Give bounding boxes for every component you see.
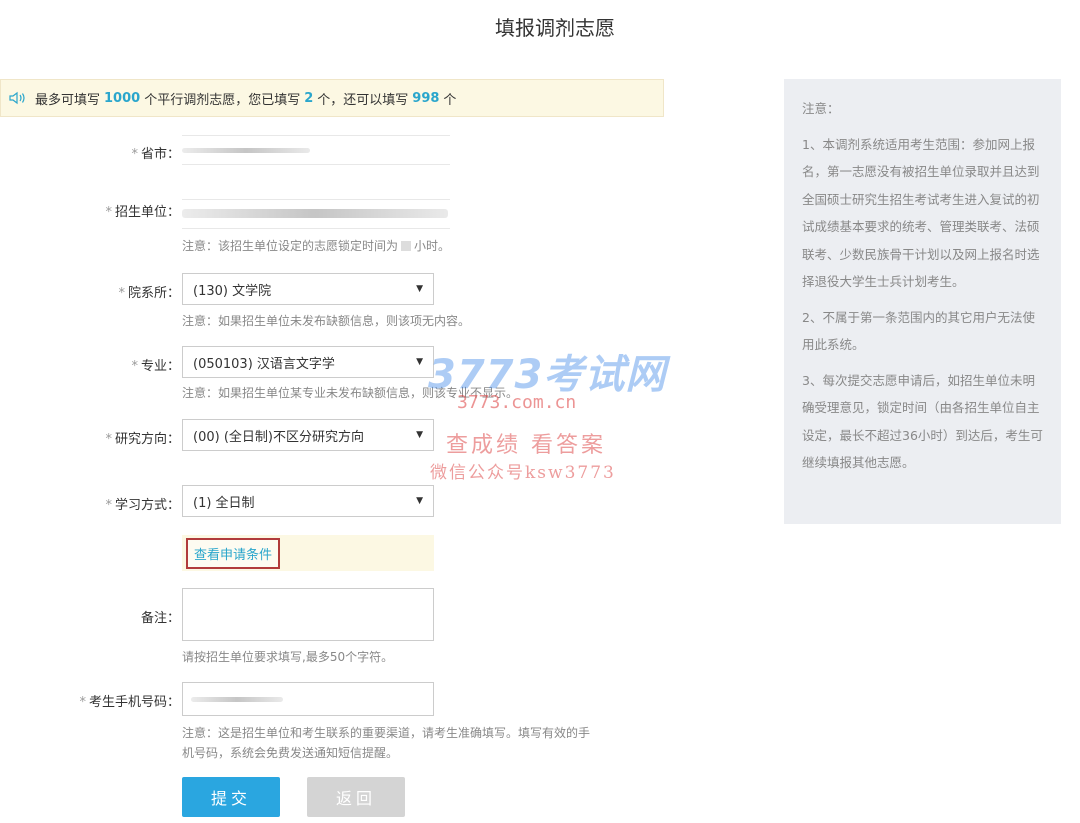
max-count: 1000 bbox=[104, 90, 141, 106]
mode-select[interactable]: (1) 全日制 ▼ bbox=[182, 485, 434, 517]
notice-mid2: 个，还可以填写 bbox=[317, 92, 409, 108]
major-select-value: (050103) 汉语言文字学 bbox=[193, 356, 335, 372]
notes-item-2: 2、不属于第一条范围内的其它用户无法使用此系统。 bbox=[802, 309, 1035, 353]
watermark-wechat: 微信公众号ksw3773 bbox=[430, 463, 616, 483]
back-button[interactable]: 返回 bbox=[307, 777, 405, 817]
dept-select-value: (130) 文学院 bbox=[193, 283, 272, 299]
dropdown-arrow-icon: ▼ bbox=[416, 284, 423, 294]
notes-item-1: 1、本调剂系统适用考生范围：参加网上报名，第一志愿没有被招生单位录取并且达到全国… bbox=[802, 136, 1040, 290]
province-field[interactable] bbox=[182, 135, 450, 165]
page-title: 填报调剂志愿 bbox=[495, 16, 615, 40]
direction-select[interactable]: (00) (全日制)不区分研究方向 ▼ bbox=[182, 419, 434, 451]
mode-label: * 学习方式： bbox=[105, 498, 180, 513]
unit-label: * 招生单位： bbox=[105, 205, 180, 220]
watermark-slogan: 查成绩 看答案 bbox=[446, 433, 606, 458]
dropdown-arrow-icon: ▼ bbox=[416, 357, 423, 367]
view-conditions-link[interactable]: 查看申请条件 bbox=[186, 538, 281, 569]
notes-title: 注意： bbox=[802, 101, 840, 116]
direction-select-value: (00) (全日制)不区分研究方向 bbox=[193, 429, 364, 445]
submit-button[interactable]: 提交 bbox=[182, 777, 280, 817]
notes-item-3: 3、每次提交志愿申请后，如招生单位未明确受理意见，锁定时间（由各招生单位自主设定… bbox=[802, 372, 1043, 471]
watermark-url: 3773.com.cn bbox=[457, 392, 577, 413]
dept-select[interactable]: (130) 文学院 ▼ bbox=[182, 273, 434, 305]
conditions-box: 查看申请条件 bbox=[182, 535, 434, 571]
unit-hint: 注意：该招生单位设定的志愿锁定时间为 小时。 bbox=[182, 239, 451, 253]
speaker-icon bbox=[9, 91, 25, 105]
remark-hint: 请按招生单位要求填写,最多50个字符。 bbox=[182, 650, 394, 664]
notice-suffix: 个 bbox=[443, 92, 457, 108]
mode-select-value: (1) 全日制 bbox=[193, 495, 255, 511]
notice-mid1: 个平行调剂志愿，您已填写 bbox=[144, 92, 301, 108]
dept-label: * 院系所： bbox=[118, 286, 180, 301]
notes-panel: 注意： 1、本调剂系统适用考生范围：参加网上报名，第一志愿没有被招生单位录取并且… bbox=[784, 79, 1061, 524]
dept-hint: 注意：如果招生单位未发布缺额信息，则该项无内容。 bbox=[182, 314, 471, 328]
remark-label: 备注： bbox=[140, 611, 180, 626]
remark-textarea[interactable] bbox=[182, 588, 434, 641]
province-label: * 省市： bbox=[131, 147, 180, 162]
phone-hint: 注意：这是招生单位和考生联系的重要渠道，请考生准确填写。填写有效的手 机号码，系… bbox=[182, 726, 591, 760]
quota-notice-bar: 最多可填写 1000 个平行调剂志愿，您已填写 2 个，还可以填写 998 个 bbox=[0, 79, 664, 117]
unit-field[interactable] bbox=[182, 199, 450, 229]
major-label: * 专业： bbox=[131, 359, 180, 374]
remaining-count: 998 bbox=[412, 90, 440, 106]
major-select[interactable]: (050103) 汉语言文字学 ▼ bbox=[182, 346, 434, 378]
dropdown-arrow-icon: ▼ bbox=[416, 430, 423, 440]
phone-label: * 考生手机号码： bbox=[79, 695, 180, 710]
phone-input[interactable] bbox=[182, 682, 434, 716]
filled-count: 2 bbox=[304, 90, 314, 106]
direction-label: * 研究方向： bbox=[105, 432, 180, 447]
notice-prefix: 最多可填写 bbox=[35, 92, 101, 108]
dropdown-arrow-icon: ▼ bbox=[416, 496, 423, 506]
